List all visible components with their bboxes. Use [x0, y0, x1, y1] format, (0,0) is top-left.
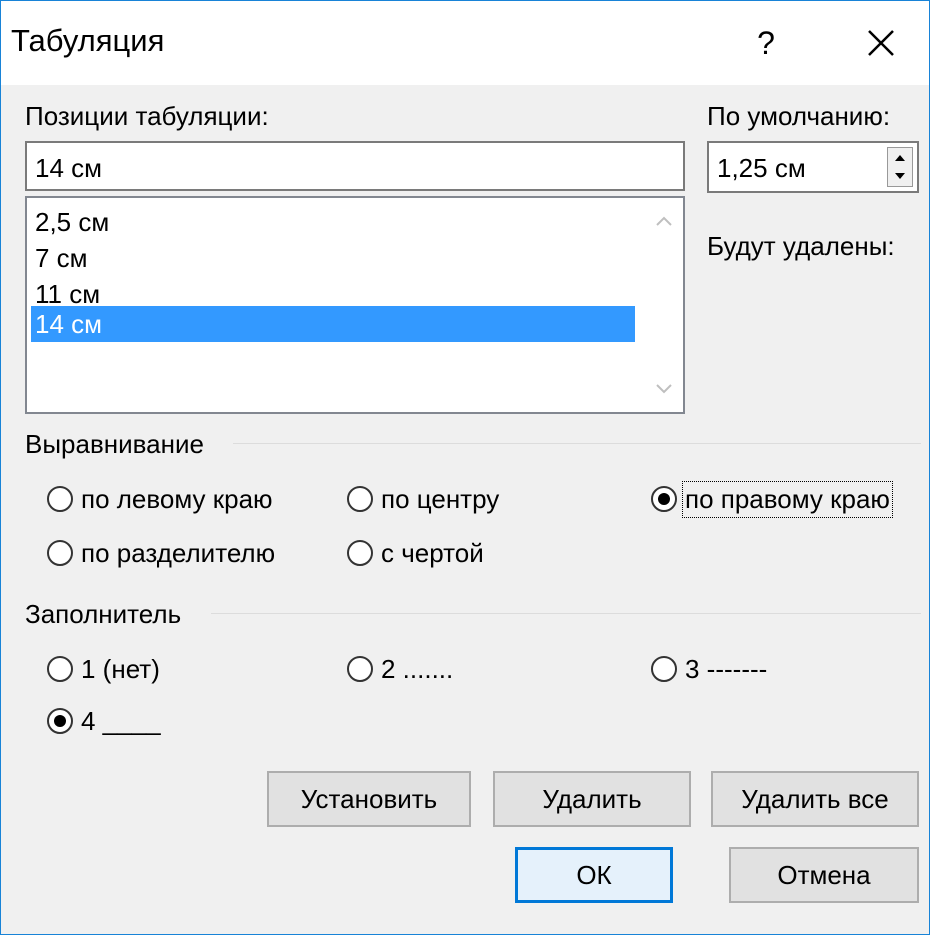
set-button[interactable]: Установить [267, 771, 471, 827]
leader-underline-label: 4 ____ [81, 705, 161, 736]
ok-button[interactable]: ОК [515, 847, 673, 903]
leader-none-radio[interactable]: 1 (нет) [47, 649, 160, 689]
tab-positions-label: Позиции табуляции: [25, 101, 269, 131]
align-bar-radio[interactable]: с чертой [347, 533, 484, 573]
clear-button[interactable]: Удалить [493, 771, 691, 827]
alignment-section-label: Выравнивание [25, 429, 204, 459]
radio-circle [47, 656, 73, 682]
leader-divider [211, 613, 921, 614]
radio-circle [347, 656, 373, 682]
align-left-radio[interactable]: по левому краю [47, 479, 273, 519]
tab-position-value: 14 см [35, 153, 103, 183]
leader-dots-radio[interactable]: 2 ....... [347, 649, 453, 689]
cancel-button[interactable]: Отмена [729, 847, 919, 903]
radio-circle [651, 656, 677, 682]
align-right-label: по правому краю [682, 480, 893, 518]
alignment-divider [233, 443, 921, 444]
default-tabs-label: По умолчанию: [707, 101, 891, 131]
align-bar-label: с чертой [381, 537, 484, 568]
list-scrollbar[interactable] [647, 200, 681, 410]
scroll-up-icon[interactable] [654, 212, 674, 232]
tab-position-input[interactable]: 14 см [25, 141, 685, 191]
spin-down-icon[interactable] [888, 167, 912, 186]
close-button[interactable] [851, 19, 911, 67]
align-decimal-radio[interactable]: по разделителю [47, 533, 275, 573]
leader-none-label: 1 (нет) [81, 653, 160, 684]
tab-positions-list[interactable]: 2,5 см 7 см 11 см 14 см [25, 196, 685, 414]
leader-dots-label: 2 ....... [381, 653, 454, 684]
help-button[interactable]: ? [746, 19, 786, 67]
list-item[interactable]: 7 см [31, 240, 635, 276]
default-tabs-value: 1,25 см [717, 153, 806, 183]
default-tabs-spinner[interactable]: 1,25 см [707, 141, 919, 193]
radio-circle [47, 540, 73, 566]
spin-up-icon[interactable] [888, 148, 912, 167]
scroll-down-icon[interactable] [654, 378, 674, 398]
tabs-dialog: Табуляция ? Позиции табуляции: 14 см 2,5… [0, 0, 930, 935]
leader-section-label: Заполнитель [25, 599, 182, 629]
title-bar: Табуляция ? [1, 1, 929, 85]
align-left-label: по левому краю [81, 483, 273, 514]
radio-circle-checked [651, 486, 677, 512]
radio-circle-checked [47, 708, 73, 734]
to-be-cleared-label: Будут удалены: [707, 231, 895, 261]
leader-dashes-label: 3 ------- [685, 653, 768, 684]
radio-circle [347, 486, 373, 512]
close-icon [868, 29, 894, 56]
radio-circle [347, 540, 373, 566]
radio-dot [658, 493, 670, 505]
align-center-radio[interactable]: по центру [347, 479, 499, 519]
clear-all-button[interactable]: Удалить все [711, 771, 919, 827]
dialog-title: Табуляция [11, 23, 165, 58]
list-item-selected[interactable]: 14 см [31, 306, 635, 342]
radio-circle [47, 486, 73, 512]
leader-dashes-radio[interactable]: 3 ------- [651, 649, 767, 689]
radio-dot [54, 715, 66, 727]
align-center-label: по центру [381, 483, 500, 514]
spin-buttons [887, 147, 913, 187]
align-decimal-label: по разделителю [81, 537, 276, 568]
leader-underline-radio[interactable]: 4 ____ [47, 701, 161, 741]
align-right-radio[interactable]: по правому краю [651, 479, 893, 519]
list-item[interactable]: 2,5 см [31, 204, 635, 240]
